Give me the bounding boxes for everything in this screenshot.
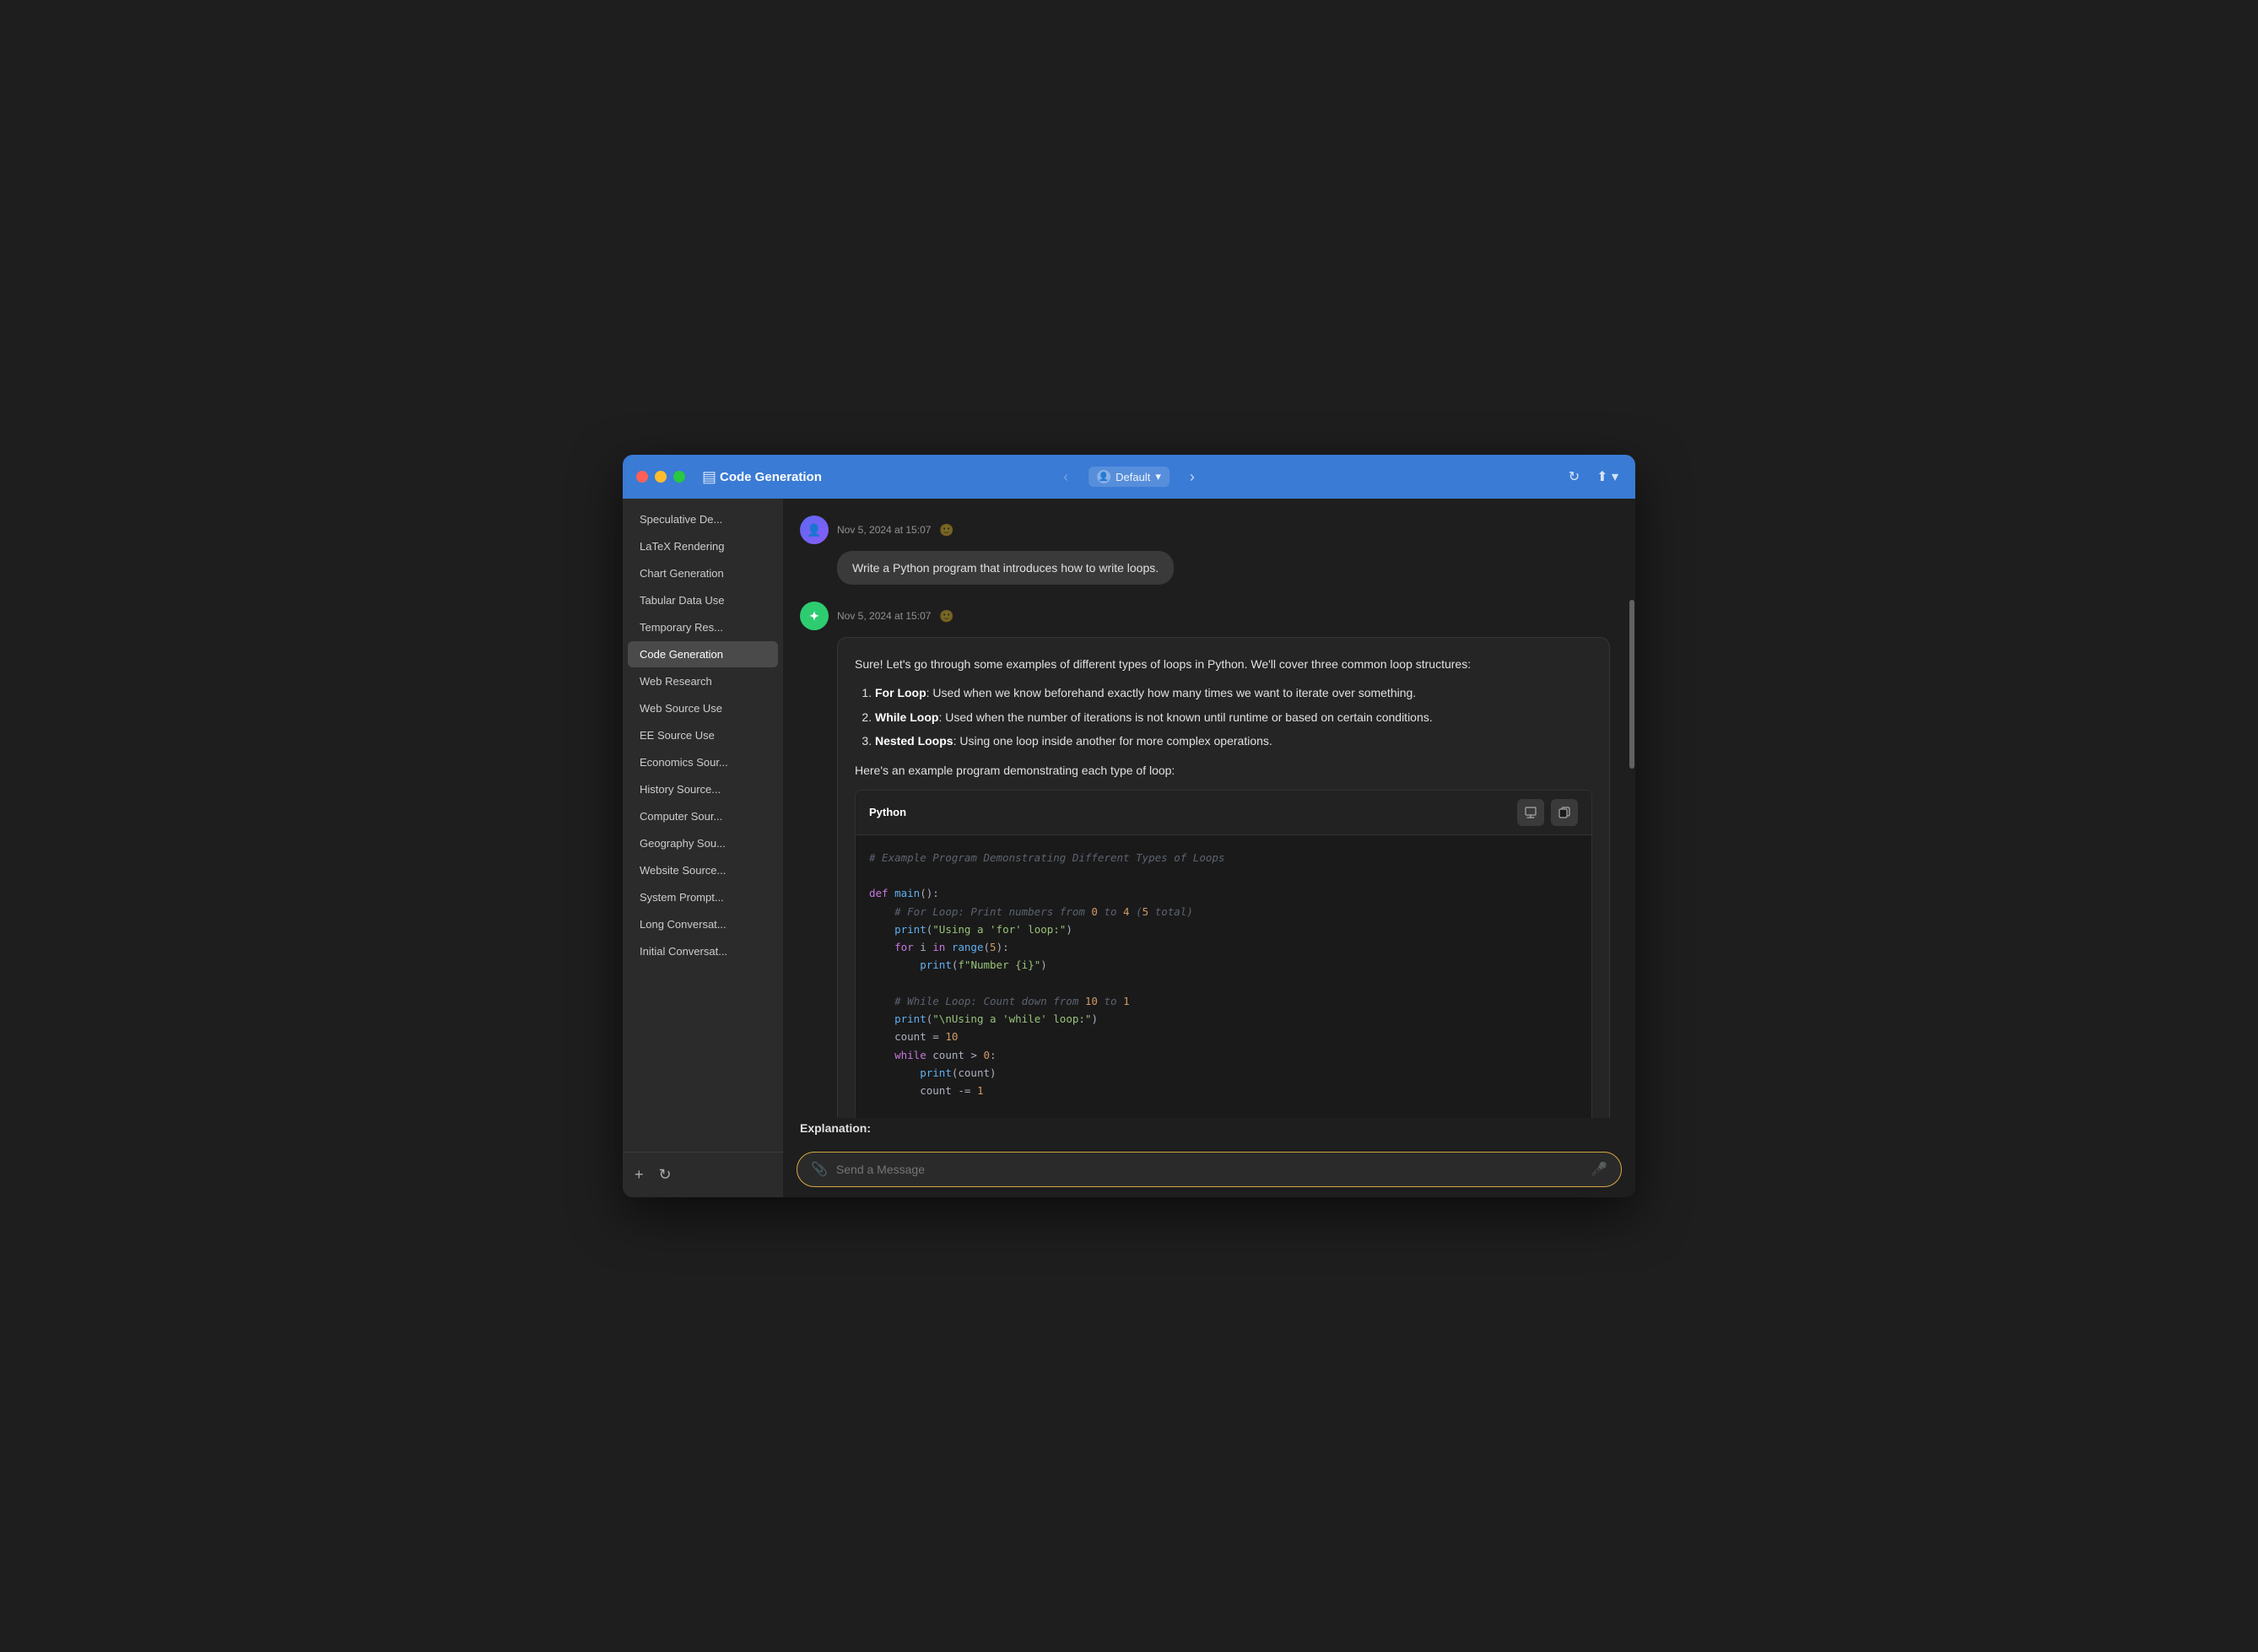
- main-layout: Speculative De... LaTeX Rendering Chart …: [623, 499, 1635, 1197]
- sidebar-refresh-button[interactable]: ↻: [656, 1163, 675, 1187]
- new-chat-button[interactable]: +: [631, 1163, 647, 1187]
- sidebar-list: Speculative De... LaTeX Rendering Chart …: [623, 499, 783, 1152]
- input-container: 📎 🎤: [797, 1152, 1622, 1187]
- model-label: Default: [1115, 471, 1150, 483]
- message-input[interactable]: [836, 1163, 1582, 1176]
- user-message-emoji-button[interactable]: 🙂: [939, 523, 953, 537]
- forward-button[interactable]: ›: [1183, 465, 1202, 489]
- refresh-button[interactable]: ↻: [1565, 465, 1583, 489]
- model-dropdown-icon: ▾: [1155, 470, 1161, 483]
- code-language-label: Python: [869, 804, 906, 822]
- sidebar-item-temporary[interactable]: Temporary Res...: [628, 614, 778, 640]
- titlebar-actions: ↻ ⬆ ▾: [1565, 465, 1622, 489]
- minimize-button[interactable]: [655, 471, 667, 483]
- ai-message-group: ✦ Nov 5, 2024 at 15:07 🙂 Sure! Let's go …: [800, 602, 1610, 1118]
- user-message: Write a Python program that introduces h…: [837, 551, 1610, 585]
- sidebar-item-web-source[interactable]: Web Source Use: [628, 695, 778, 721]
- code-actions: [1517, 799, 1578, 826]
- ai-message: Sure! Let's go through some examples of …: [837, 637, 1610, 1118]
- sidebar-toggle-button[interactable]: ▤: [699, 465, 720, 489]
- list-item-while-loop: While Loop: Used when the number of iter…: [875, 708, 1592, 726]
- sidebar-item-history[interactable]: History Source...: [628, 776, 778, 802]
- sidebar: Speculative De... LaTeX Rendering Chart …: [623, 499, 783, 1197]
- sidebar-item-code-generation[interactable]: Code Generation: [628, 641, 778, 667]
- chat-area: 👤 Nov 5, 2024 at 15:07 🙂 Write a Python …: [783, 499, 1635, 1118]
- titlebar: ▤ ‹ 👤 Default ▾ › Code Generation ↻ ⬆ ▾: [623, 455, 1635, 499]
- sidebar-item-web-research[interactable]: Web Research: [628, 668, 778, 694]
- sidebar-item-initial-convo[interactable]: Initial Conversat...: [628, 938, 778, 964]
- back-button[interactable]: ‹: [1056, 465, 1075, 489]
- sidebar-bottom: + ↻: [623, 1152, 783, 1197]
- sidebar-item-chart[interactable]: Chart Generation: [628, 560, 778, 586]
- sidebar-item-system-prompt[interactable]: System Prompt...: [628, 884, 778, 910]
- sidebar-item-website[interactable]: Website Source...: [628, 857, 778, 883]
- scrollbar-thumb[interactable]: [1629, 600, 1634, 769]
- sidebar-item-speculative[interactable]: Speculative De...: [628, 506, 778, 532]
- fullscreen-button[interactable]: [673, 471, 685, 483]
- nav-buttons: ‹: [1056, 465, 1075, 489]
- attach-icon[interactable]: 📎: [811, 1161, 828, 1178]
- code-run-button[interactable]: [1517, 799, 1544, 826]
- titlebar-center: ‹ 👤 Default ▾ ›: [1056, 465, 1202, 489]
- traffic-lights: [636, 471, 685, 483]
- content-area: 👤 Nov 5, 2024 at 15:07 🙂 Write a Python …: [783, 499, 1635, 1197]
- code-header: Python: [856, 791, 1591, 835]
- explanation-label: Explanation:: [783, 1118, 1635, 1142]
- sidebar-item-long-convo[interactable]: Long Conversat...: [628, 911, 778, 937]
- sidebar-item-geography[interactable]: Geography Sou...: [628, 830, 778, 856]
- user-message-header: 👤 Nov 5, 2024 at 15:07 🙂: [800, 516, 1610, 544]
- code-body: # Example Program Demonstrating Differen…: [856, 835, 1591, 1118]
- code-content: # Example Program Demonstrating Differen…: [869, 849, 1578, 1118]
- model-selector[interactable]: 👤 Default ▾: [1088, 467, 1170, 487]
- share-button[interactable]: ⬆ ▾: [1593, 465, 1622, 489]
- input-bar: 📎 🎤: [783, 1142, 1635, 1197]
- sidebar-item-economics[interactable]: Economics Sour...: [628, 749, 778, 775]
- ai-avatar: ✦: [800, 602, 829, 630]
- list-item-for-loop: For Loop: Used when we know beforehand e…: [875, 683, 1592, 702]
- model-avatar-icon: 👤: [1097, 470, 1110, 483]
- sidebar-item-ee-source[interactable]: EE Source Use: [628, 722, 778, 748]
- ai-example-text: Here's an example program demonstrating …: [855, 761, 1592, 780]
- ai-intro-text: Sure! Let's go through some examples of …: [855, 655, 1592, 673]
- sidebar-item-tabular[interactable]: Tabular Data Use: [628, 587, 778, 613]
- ai-loop-list: For Loop: Used when we know beforehand e…: [855, 683, 1592, 750]
- user-avatar: 👤: [800, 516, 829, 544]
- nav-forward: ›: [1183, 465, 1202, 489]
- user-message-time: Nov 5, 2024 at 15:07: [837, 524, 931, 536]
- sidebar-item-computer[interactable]: Computer Sour...: [628, 803, 778, 829]
- user-message-group: 👤 Nov 5, 2024 at 15:07 🙂 Write a Python …: [800, 516, 1610, 585]
- window-title: Code Generation: [720, 470, 822, 484]
- ai-message-emoji-button[interactable]: 🙂: [939, 609, 953, 624]
- mic-icon[interactable]: 🎤: [1591, 1161, 1607, 1178]
- code-copy-button[interactable]: [1551, 799, 1578, 826]
- code-block: Python: [855, 790, 1592, 1118]
- close-button[interactable]: [636, 471, 648, 483]
- list-item-nested-loop: Nested Loops: Using one loop inside anot…: [875, 732, 1592, 750]
- app-window: ▤ ‹ 👤 Default ▾ › Code Generation ↻ ⬆ ▾ …: [623, 455, 1635, 1197]
- sidebar-item-latex[interactable]: LaTeX Rendering: [628, 533, 778, 559]
- scrollbar-track[interactable]: [1629, 499, 1635, 1197]
- user-bubble: Write a Python program that introduces h…: [837, 551, 1174, 585]
- ai-message-time: Nov 5, 2024 at 15:07: [837, 610, 931, 622]
- ai-message-header: ✦ Nov 5, 2024 at 15:07 🙂: [800, 602, 1610, 630]
- ai-content-block: Sure! Let's go through some examples of …: [837, 637, 1610, 1118]
